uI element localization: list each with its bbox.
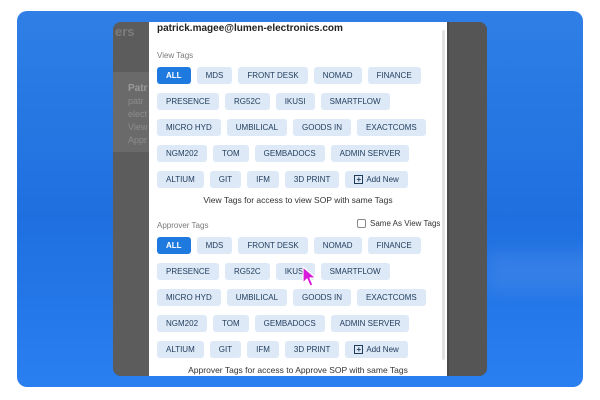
arrow-pointer-icon <box>302 266 317 287</box>
tag-chip[interactable]: UMBILICAL <box>226 119 288 136</box>
approver-tags-group: ALL MDS FRONT DESK NOMAD FINANCE PRESENCE RG52… <box>157 237 441 367</box>
tag-chip[interactable]: ADMIN SERVER <box>330 145 410 162</box>
tag-chip[interactable]: 3D PRINT <box>284 341 340 358</box>
same-as-view-tags-toggle[interactable]: Same As View Tags <box>357 219 440 228</box>
tag-chip[interactable]: ALTIUM <box>157 171 204 188</box>
tag-chip[interactable]: MICRO HYD <box>157 289 221 306</box>
tag-chip[interactable]: IFM <box>247 171 279 188</box>
add-new-label: Add New <box>366 345 399 354</box>
tag-chip[interactable]: PRESENCE <box>157 263 220 280</box>
add-new-label: Add New <box>366 175 399 184</box>
tag-row: MICRO HYD UMBILICAL GOODS IN EXACTCOMS <box>157 119 441 136</box>
approver-tags-hint: Approver Tags for access to Approve SOP … <box>188 365 408 375</box>
background-tab-label: ers <box>115 24 135 39</box>
tag-chip[interactable]: UMBILICAL <box>226 289 288 306</box>
tag-chip[interactable]: TOM <box>213 145 249 162</box>
tag-chip[interactable]: TOM <box>213 315 249 332</box>
tag-chip[interactable]: EXACTCOMS <box>357 119 426 136</box>
tag-row: ALTIUM GIT IFM 3D PRINT + Add New <box>157 341 441 358</box>
tag-chip[interactable]: FRONT DESK <box>238 67 308 84</box>
background-card-line: elect <box>128 109 148 119</box>
tag-row: PRESENCE RG52C IKUSI SMARTFLOW <box>157 263 441 280</box>
tag-row: ALL MDS FRONT DESK NOMAD FINANCE <box>157 67 441 84</box>
tag-chip[interactable]: PRESENCE <box>157 93 220 110</box>
tag-chip[interactable]: ALTIUM <box>157 341 204 358</box>
tag-row: NGM202 TOM GEMBADOCS ADMIN SERVER <box>157 315 441 332</box>
tag-chip[interactable]: GOODS IN <box>293 119 352 136</box>
tag-chip[interactable]: GEMBADOCS <box>254 145 325 162</box>
tag-chip[interactable]: IKUSI <box>275 93 315 110</box>
screen-recording: ers Patr patr elect View Appr patrick.ma… <box>113 22 487 376</box>
tag-chip[interactable]: NGM202 <box>157 145 208 162</box>
view-tags-hint: View Tags for access to view SOP with sa… <box>203 195 393 205</box>
tag-chip[interactable]: SMARTFLOW <box>320 263 390 280</box>
tag-chip[interactable]: 3D PRINT <box>284 171 340 188</box>
tag-chip[interactable]: ADMIN SERVER <box>330 315 410 332</box>
plus-square-icon: + <box>354 175 364 184</box>
background-card-line: patr <box>128 96 144 106</box>
tag-chip[interactable]: EXACTCOMS <box>357 289 426 306</box>
tag-row: ALL MDS FRONT DESK NOMAD FINANCE <box>157 237 441 254</box>
tag-chip[interactable]: FINANCE <box>367 67 421 84</box>
add-new-tag-button[interactable]: + Add New <box>345 341 408 358</box>
background-card-line: View <box>128 122 148 132</box>
tag-chip[interactable]: GOODS IN <box>293 289 352 306</box>
view-tags-label: View Tags <box>157 51 194 60</box>
approver-tags-label: Approver Tags <box>157 221 209 230</box>
view-tags-group: ALL MDS FRONT DESK NOMAD FINANCE PRESENCE RG52… <box>157 67 441 197</box>
tag-chip[interactable]: GIT <box>209 341 242 358</box>
user-email: patrick.magee@lumen-electronics.com <box>157 23 343 34</box>
tag-chip[interactable]: FINANCE <box>367 237 421 254</box>
background-user-card: Patr patr elect View Appr <box>113 72 149 152</box>
background-card-line: Appr <box>128 135 148 145</box>
tag-chip[interactable]: IFM <box>247 341 279 358</box>
tag-chip[interactable]: NGM202 <box>157 315 208 332</box>
light-streak <box>487 251 583 291</box>
plus-square-icon: + <box>354 345 364 354</box>
tag-chip[interactable]: GEMBADOCS <box>254 315 325 332</box>
tag-chip[interactable]: GIT <box>209 171 242 188</box>
tag-row: MICRO HYD UMBILICAL GOODS IN EXACTCOMS <box>157 289 441 306</box>
tag-chip[interactable]: NOMAD <box>313 67 362 84</box>
background-app-left: ers Patr patr elect View Appr <box>113 22 149 376</box>
same-as-view-tags-label: Same As View Tags <box>370 219 441 228</box>
tag-chip[interactable]: FRONT DESK <box>238 237 308 254</box>
tag-chip[interactable]: MDS <box>196 67 233 84</box>
user-tags-modal: patrick.magee@lumen-electronics.com View… <box>149 22 447 376</box>
tag-chip[interactable]: ALL <box>157 237 191 254</box>
tag-row: ALTIUM GIT IFM 3D PRINT + Add New <box>157 171 441 188</box>
same-as-view-tags-checkbox[interactable] <box>357 219 366 228</box>
tag-chip[interactable]: MICRO HYD <box>157 119 221 136</box>
add-new-tag-button[interactable]: + Add New <box>345 171 408 188</box>
tag-chip[interactable]: ALL <box>157 67 191 84</box>
tag-chip[interactable]: SMARTFLOW <box>320 93 390 110</box>
background-app-right <box>449 22 487 376</box>
tag-chip[interactable]: NOMAD <box>313 237 362 254</box>
tag-chip[interactable]: MDS <box>196 237 233 254</box>
tag-row: PRESENCE RG52C IKUSI SMARTFLOW <box>157 93 441 110</box>
tag-chip[interactable]: RG52C <box>225 93 270 110</box>
background-card-name: Patr <box>128 83 148 94</box>
tag-chip[interactable]: RG52C <box>225 263 270 280</box>
tag-row: NGM202 TOM GEMBADOCS ADMIN SERVER <box>157 145 441 162</box>
